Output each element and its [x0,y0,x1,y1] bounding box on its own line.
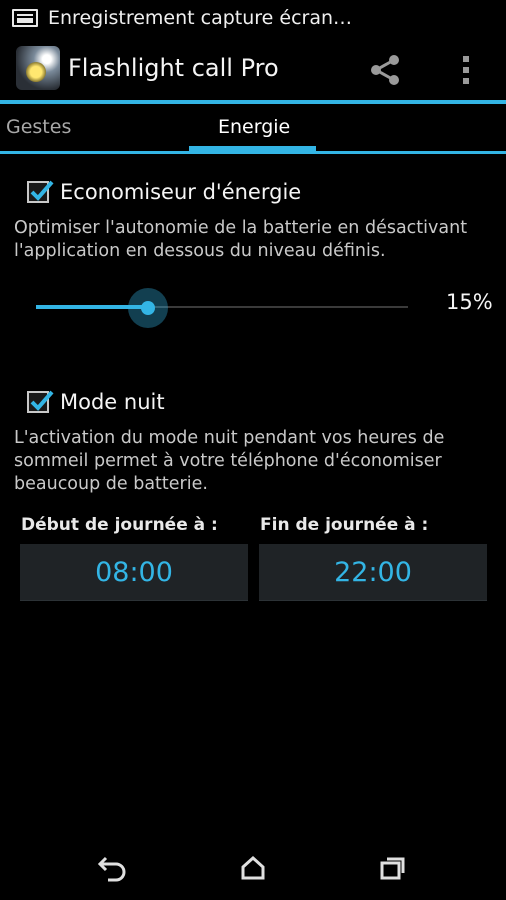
home-icon [241,855,265,880]
energy-saver-label[interactable]: Economiseur d'énergie [60,180,301,204]
notification-text: Enregistrement capture écran… [48,7,353,29]
overflow-menu-button[interactable] [452,50,480,90]
end-time-value: 22:00 [334,557,412,588]
start-time-picker[interactable]: 08:00 [20,544,248,601]
screen-recording-icon [12,9,38,27]
back-button[interactable] [94,850,134,886]
start-time-value: 08:00 [95,557,173,588]
energy-saver-description: Optimiser l'autonomie de la batterie en … [14,218,468,261]
home-button[interactable] [233,850,273,886]
tab-gestes[interactable]: Gestes [6,116,71,138]
end-time-picker[interactable]: 22:00 [259,544,487,601]
battery-threshold-slider-thumb[interactable] [127,288,168,328]
checkmark-icon [30,180,54,201]
tab-selected-indicator [189,146,316,154]
overflow-menu-icon [463,56,469,84]
back-icon [97,856,126,882]
share-icon [371,55,399,85]
start-time-label: Début de journée à : [21,515,218,535]
checkmark-icon [30,390,54,411]
recent-apps-button[interactable] [373,850,413,886]
night-mode-checkbox[interactable] [27,390,54,413]
app-title: Flashlight call Pro [68,54,279,82]
tab-bar: Gestes Energie [0,104,506,152]
action-bar: Flashlight call Pro [0,38,506,100]
navigation-bar [0,836,506,900]
night-mode-description: L'activation du mode nuit pendant vos he… [14,428,445,494]
battery-threshold-value: 15% [446,290,493,314]
recent-apps-icon [380,857,405,880]
status-bar: Enregistrement capture écran… [0,0,506,38]
night-mode-label[interactable]: Mode nuit [60,390,165,414]
energy-saver-checkbox[interactable] [27,180,54,203]
flashlight-call-app-icon[interactable] [16,46,60,90]
tab-energie[interactable]: Energie [218,116,290,138]
end-time-label: Fin de journée à : [260,515,429,535]
share-button[interactable] [366,50,406,90]
